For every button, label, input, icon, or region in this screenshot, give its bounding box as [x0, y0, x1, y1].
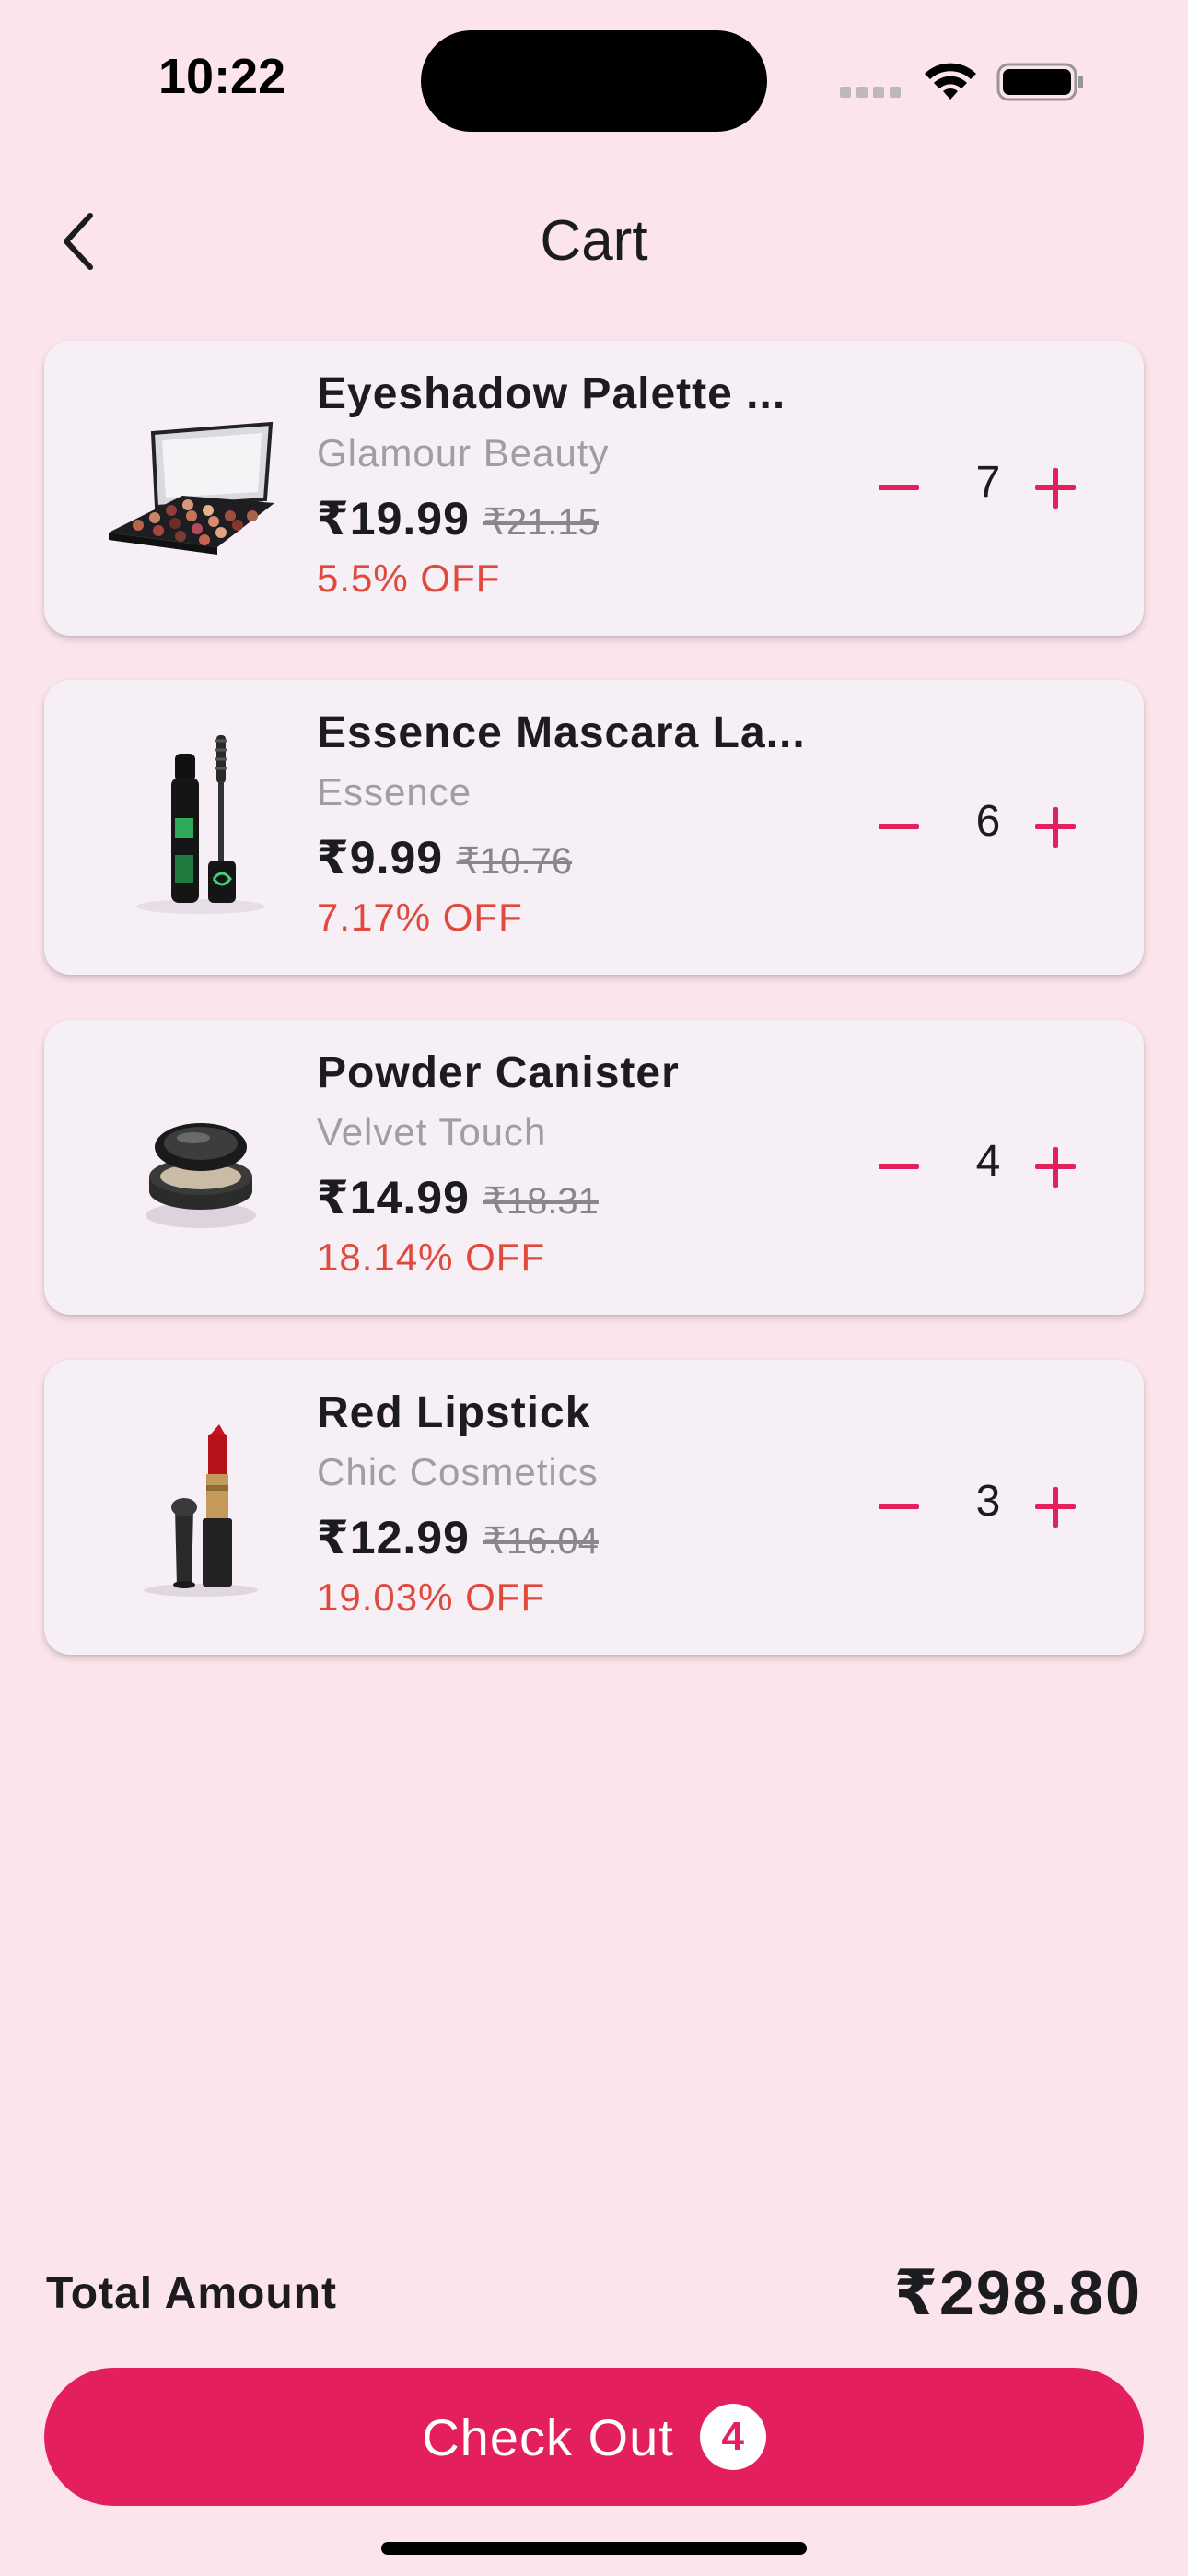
increase-quantity-button[interactable]: [1028, 800, 1083, 855]
product-name[interactable]: Essence Mascara La...: [317, 708, 833, 758]
dynamic-island: [421, 30, 767, 132]
product-brand: Velvet Touch: [317, 1110, 547, 1153]
product-image: [90, 717, 311, 938]
battery-icon: [996, 63, 1083, 101]
decrease-quantity-button[interactable]: [871, 1140, 926, 1195]
product-brand: Chic Cosmetics: [317, 1450, 599, 1493]
cart-item: Essence Mascara La... Essence ₹9.99 ₹10.…: [44, 680, 1144, 975]
cart-screen: 10:22 Cart Eyeshadow Palette ... Glamour…: [0, 0, 1188, 2576]
eyeshadow-palette-icon: [109, 421, 274, 555]
cart-item: Powder Canister Velvet Touch ₹14.99 ₹18.…: [44, 1020, 1144, 1315]
product-original-price: ₹16.04: [483, 1521, 599, 1562]
checkout-label: Check Out: [422, 2407, 674, 2466]
product-original-price: ₹21.15: [483, 502, 599, 543]
product-price: ₹14.99: [317, 1172, 470, 1224]
product-name[interactable]: Eyeshadow Palette ...: [317, 369, 833, 419]
price-row: ₹12.99 ₹16.04: [317, 1511, 599, 1564]
decrease-quantity-button[interactable]: [871, 800, 926, 855]
cart-item: Red Lipstick Chic Cosmetics ₹12.99 ₹16.0…: [44, 1360, 1144, 1655]
product-image: [90, 378, 311, 599]
quantity-value: 6: [975, 797, 1001, 846]
decrease-quantity-button[interactable]: [871, 461, 926, 516]
product-price: ₹19.99: [317, 493, 470, 544]
page-title: Cart: [540, 209, 648, 273]
product-original-price: ₹10.76: [456, 841, 573, 882]
mascara-icon: [136, 735, 265, 914]
product-image: [90, 1057, 311, 1278]
cart-item: Eyeshadow Palette ... Glamour Beauty ₹19…: [44, 341, 1144, 636]
product-discount: 5.5% OFF: [317, 556, 501, 600]
cellular-signal-icon: [840, 87, 903, 98]
increase-quantity-button[interactable]: [1028, 461, 1083, 516]
quantity-value: 4: [975, 1137, 1001, 1186]
home-indicator[interactable]: [381, 2542, 807, 2555]
powder-compact-icon: [146, 1123, 256, 1228]
product-brand: Essence: [317, 770, 472, 814]
status-icons: [840, 55, 1087, 107]
product-name[interactable]: Red Lipstick: [317, 1388, 833, 1438]
product-price: ₹12.99: [317, 1512, 470, 1563]
price-row: ₹9.99 ₹10.76: [317, 831, 572, 884]
price-row: ₹19.99 ₹21.15: [317, 492, 599, 545]
decrease-quantity-button[interactable]: [871, 1480, 926, 1535]
product-discount: 18.14% OFF: [317, 1235, 546, 1279]
total-amount-value: ₹298.80: [893, 2258, 1142, 2328]
increase-quantity-button[interactable]: [1028, 1480, 1083, 1535]
increase-quantity-button[interactable]: [1028, 1140, 1083, 1195]
product-original-price: ₹18.31: [483, 1181, 599, 1222]
cart-count-badge: 4: [699, 2404, 766, 2470]
product-brand: Glamour Beauty: [317, 431, 610, 474]
product-price: ₹9.99: [317, 832, 444, 884]
product-discount: 7.17% OFF: [317, 896, 523, 939]
price-row: ₹14.99 ₹18.31: [317, 1171, 599, 1224]
product-discount: 19.03% OFF: [317, 1575, 546, 1619]
total-amount-label: Total Amount: [46, 2269, 337, 2318]
checkout-button[interactable]: Check Out 4: [44, 2368, 1144, 2506]
quantity-value: 3: [975, 1477, 1001, 1526]
lipstick-icon: [144, 1424, 258, 1597]
product-name[interactable]: Powder Canister: [317, 1048, 833, 1098]
product-image: [90, 1397, 311, 1618]
quantity-value: 7: [975, 458, 1001, 507]
wifi-icon: [925, 63, 976, 100]
status-time: 10:22: [158, 49, 286, 104]
